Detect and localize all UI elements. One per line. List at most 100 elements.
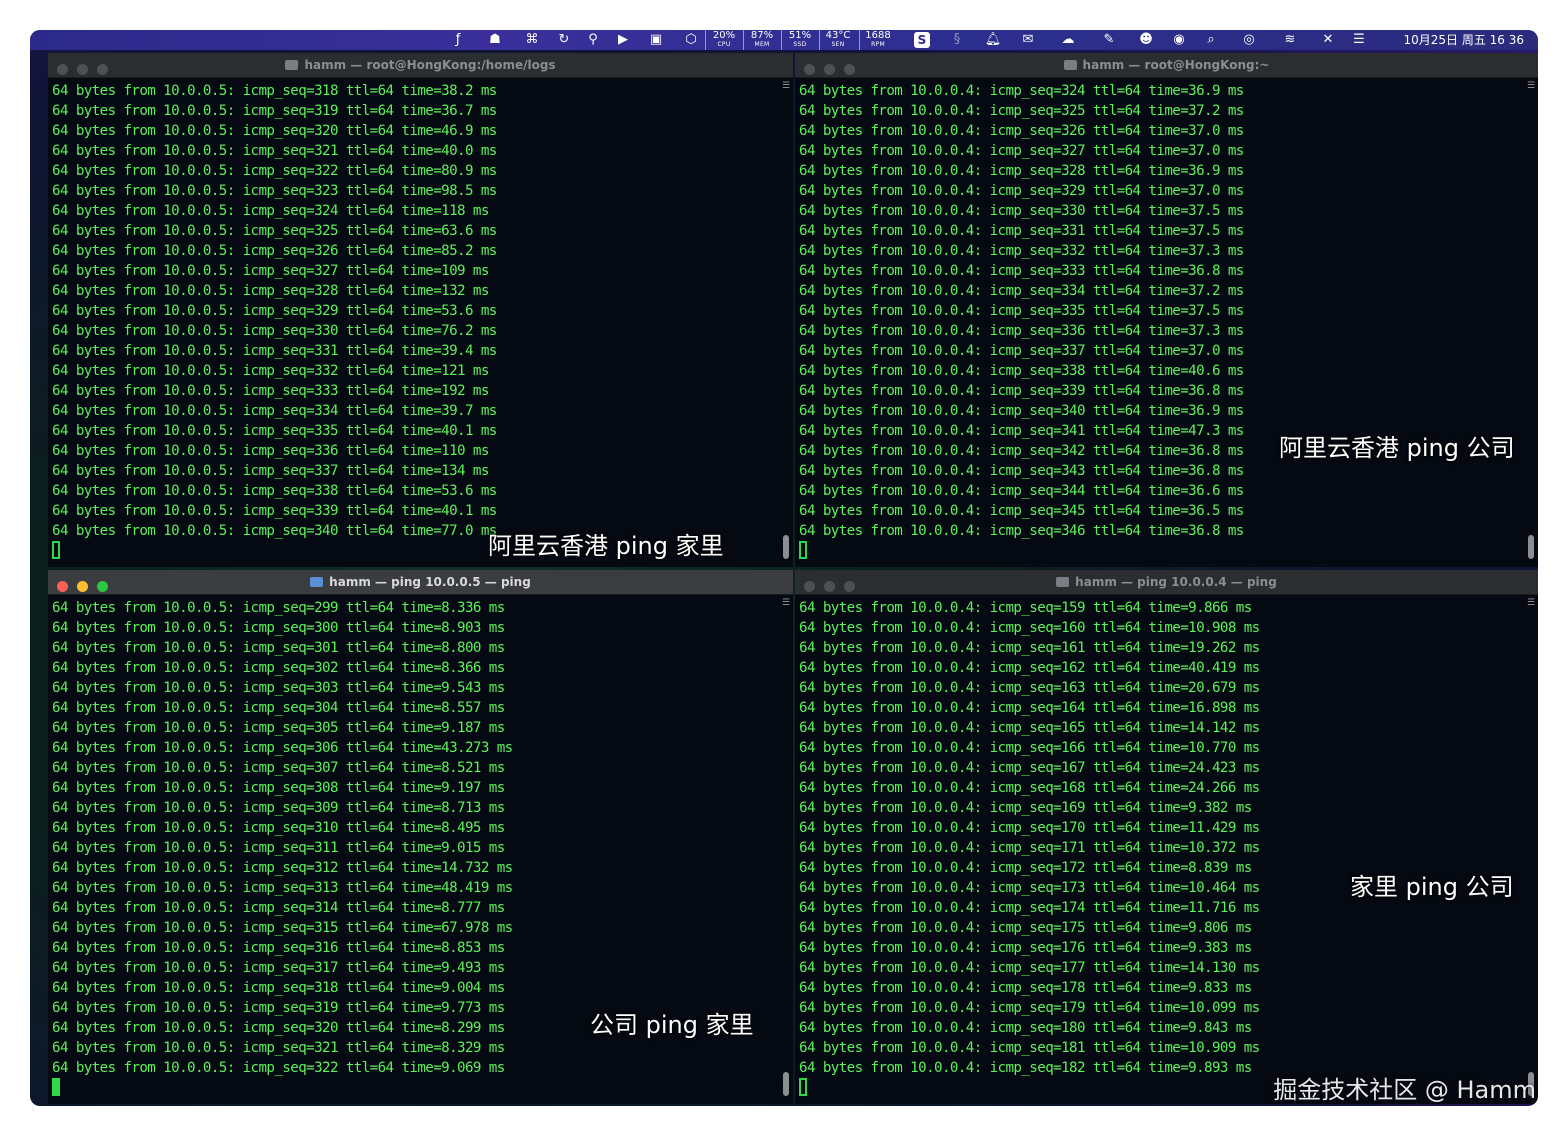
close-button[interactable] (57, 64, 68, 75)
close-button[interactable] (804, 64, 815, 75)
minimize-button[interactable] (824, 581, 835, 592)
folder-icon (310, 577, 324, 587)
compass-icon[interactable]: ◎ (1240, 31, 1258, 49)
terminal-line: 64 bytes from 10.0.0.4: icmp_seq=324 ttl… (799, 83, 1244, 99)
cursor (799, 541, 807, 559)
mem-stat[interactable]: 87% MEM (743, 30, 780, 50)
terminal-line: 64 bytes from 10.0.0.5: icmp_seq=300 ttl… (52, 620, 505, 636)
shortcut-icon[interactable]: ⌘ (523, 31, 541, 49)
terminal-line: 64 bytes from 10.0.0.5: icmp_seq=306 ttl… (52, 740, 513, 756)
terminal-line: 64 bytes from 10.0.0.5: icmp_seq=308 ttl… (52, 780, 505, 796)
minimize-button[interactable] (77, 581, 88, 592)
hexagon-icon[interactable]: ⬡ (682, 31, 700, 49)
terminal-line: 64 bytes from 10.0.0.4: icmp_seq=166 ttl… (799, 740, 1260, 756)
terminal-line: 64 bytes from 10.0.0.5: icmp_seq=338 ttl… (52, 483, 497, 499)
terminal-line: 64 bytes from 10.0.0.4: icmp_seq=181 ttl… (799, 1040, 1260, 1056)
scrollbar[interactable]: ☰ (781, 598, 791, 1100)
terminal-line: 64 bytes from 10.0.0.4: icmp_seq=160 ttl… (799, 620, 1260, 636)
scroll-thumb[interactable] (783, 535, 789, 559)
terminal-line: 64 bytes from 10.0.0.4: icmp_seq=327 ttl… (799, 143, 1244, 159)
terminal-line: 64 bytes from 10.0.0.5: icmp_seq=310 ttl… (52, 820, 505, 836)
zoom-button[interactable] (97, 581, 108, 592)
zoom-button[interactable] (844, 581, 855, 592)
mute-icon[interactable]: ✕ (1319, 31, 1337, 49)
wifi-icon[interactable]: ≋ (1281, 31, 1299, 49)
window-controls (804, 59, 864, 83)
terminal-line: 64 bytes from 10.0.0.4: icmp_seq=171 ttl… (799, 840, 1260, 856)
feather-icon[interactable]: ✎ (1100, 31, 1118, 49)
sensor-value: 43°C (825, 30, 851, 41)
close-button[interactable] (804, 581, 815, 592)
s-app-icon[interactable]: S (914, 32, 930, 48)
scroll-thumb[interactable] (783, 1072, 789, 1096)
mem-value: 87% (750, 30, 774, 41)
title-bar[interactable]: hamm — root@HongKong:~ (795, 53, 1538, 78)
sensor-stat[interactable]: 43°C SEN (819, 30, 856, 50)
pin-icon[interactable]: ⚲ (584, 31, 602, 49)
cursor (52, 541, 60, 559)
play-icon[interactable]: ▶ (614, 31, 632, 49)
terminal-output[interactable]: 64 bytes from 10.0.0.5: icmp_seq=318 ttl… (52, 81, 777, 567)
terminal-line: 64 bytes from 10.0.0.5: icmp_seq=332 ttl… (52, 363, 489, 379)
terminal-bottom-right[interactable]: hamm — ping 10.0.0.4 — ping 64 bytes fro… (795, 570, 1538, 1104)
minimize-button[interactable] (77, 64, 88, 75)
cpu-stat[interactable]: 20% CPU (705, 30, 742, 50)
scroll-thumb[interactable] (1528, 535, 1534, 559)
shield-icon[interactable]: ◉ (1170, 31, 1188, 49)
scroll-marker-icon[interactable]: ☰ (1526, 81, 1536, 91)
clock[interactable]: 10月25日 周五 16 36 (1403, 30, 1524, 50)
terminal-line: 64 bytes from 10.0.0.4: icmp_seq=340 ttl… (799, 403, 1244, 419)
fan-stat[interactable]: 1688 RPM (859, 30, 896, 50)
terminal-line: 64 bytes from 10.0.0.5: icmp_seq=319 ttl… (52, 103, 497, 119)
scroll-marker-icon[interactable]: ☰ (1526, 598, 1536, 608)
terminal-line: 64 bytes from 10.0.0.5: icmp_seq=329 ttl… (52, 303, 497, 319)
terminal-output[interactable]: 64 bytes from 10.0.0.4: icmp_seq=324 ttl… (799, 81, 1522, 567)
cpu-label: CPU (717, 41, 731, 48)
bell-icon[interactable]: 🔔︎ (984, 31, 1002, 49)
search-icon[interactable]: ⌕ (1202, 31, 1220, 49)
hands-icon[interactable]: ☗ (486, 31, 504, 49)
terminal-line: 64 bytes from 10.0.0.4: icmp_seq=338 ttl… (799, 363, 1244, 379)
robot-icon[interactable]: ▣ (647, 31, 665, 49)
zoom-button[interactable] (97, 64, 108, 75)
terminal-line: 64 bytes from 10.0.0.4: icmp_seq=331 ttl… (799, 223, 1244, 239)
mem-label: MEM (754, 41, 770, 48)
terminal-line: 64 bytes from 10.0.0.5: icmp_seq=322 ttl… (52, 1060, 505, 1076)
terminal-line: 64 bytes from 10.0.0.5: icmp_seq=311 ttl… (52, 840, 505, 856)
terminal-line: 64 bytes from 10.0.0.5: icmp_seq=307 ttl… (52, 760, 505, 776)
scroll-marker-icon[interactable]: ☰ (781, 81, 791, 91)
control-center-icon[interactable]: ☰ (1350, 31, 1368, 49)
font-icon[interactable]: ƒ (449, 31, 467, 49)
minimize-button[interactable] (824, 64, 835, 75)
terminal-line: 64 bytes from 10.0.0.4: icmp_seq=179 ttl… (799, 1000, 1260, 1016)
cat-icon[interactable]: ☻ (1137, 31, 1155, 49)
wechat-icon[interactable]: ✉ (1019, 31, 1037, 49)
title-bar[interactable]: hamm — root@HongKong:/home/logs (48, 53, 793, 78)
ssd-stat[interactable]: 51% SSD (781, 30, 818, 50)
title-bar[interactable]: hamm — ping 10.0.0.5 — ping (48, 570, 793, 595)
watermark: 掘金技术社区 @ Hamm (1273, 1076, 1536, 1104)
terminal-line: 64 bytes from 10.0.0.5: icmp_seq=331 ttl… (52, 343, 497, 359)
terminal-line: 64 bytes from 10.0.0.5: icmp_seq=318 ttl… (52, 83, 497, 99)
terminal-top-left[interactable]: hamm — root@HongKong:/home/logs 64 bytes… (48, 53, 793, 567)
terminal-line: 64 bytes from 10.0.0.5: icmp_seq=337 ttl… (52, 463, 489, 479)
chat-icon[interactable]: ☁ (1059, 31, 1077, 49)
terminal-line: 64 bytes from 10.0.0.4: icmp_seq=175 ttl… (799, 920, 1252, 936)
caption-top-right: 阿里云香港 ping 公司 (1279, 434, 1515, 462)
terminal-line: 64 bytes from 10.0.0.5: icmp_seq=318 ttl… (52, 980, 505, 996)
terminal-line: 64 bytes from 10.0.0.5: icmp_seq=324 ttl… (52, 203, 489, 219)
scrollbar[interactable]: ☰ (781, 81, 791, 563)
scroll-marker-icon[interactable]: ☰ (781, 598, 791, 608)
scrollbar[interactable]: ☰ (1526, 598, 1536, 1100)
terminal-line: 64 bytes from 10.0.0.4: icmp_seq=333 ttl… (799, 263, 1244, 279)
window-controls (57, 576, 117, 600)
script-icon[interactable]: § (948, 31, 966, 49)
terminal-output[interactable]: 64 bytes from 10.0.0.4: icmp_seq=159 ttl… (799, 598, 1522, 1104)
terminal-top-right[interactable]: hamm — root@HongKong:~ 64 bytes from 10.… (795, 53, 1538, 567)
zoom-button[interactable] (844, 64, 855, 75)
close-button[interactable] (57, 581, 68, 592)
terminal-line: 64 bytes from 10.0.0.5: icmp_seq=326 ttl… (52, 243, 497, 259)
sync-icon[interactable]: ↻ (555, 31, 573, 49)
scrollbar[interactable]: ☰ (1526, 81, 1536, 563)
title-bar[interactable]: hamm — ping 10.0.0.4 — ping (795, 570, 1538, 595)
